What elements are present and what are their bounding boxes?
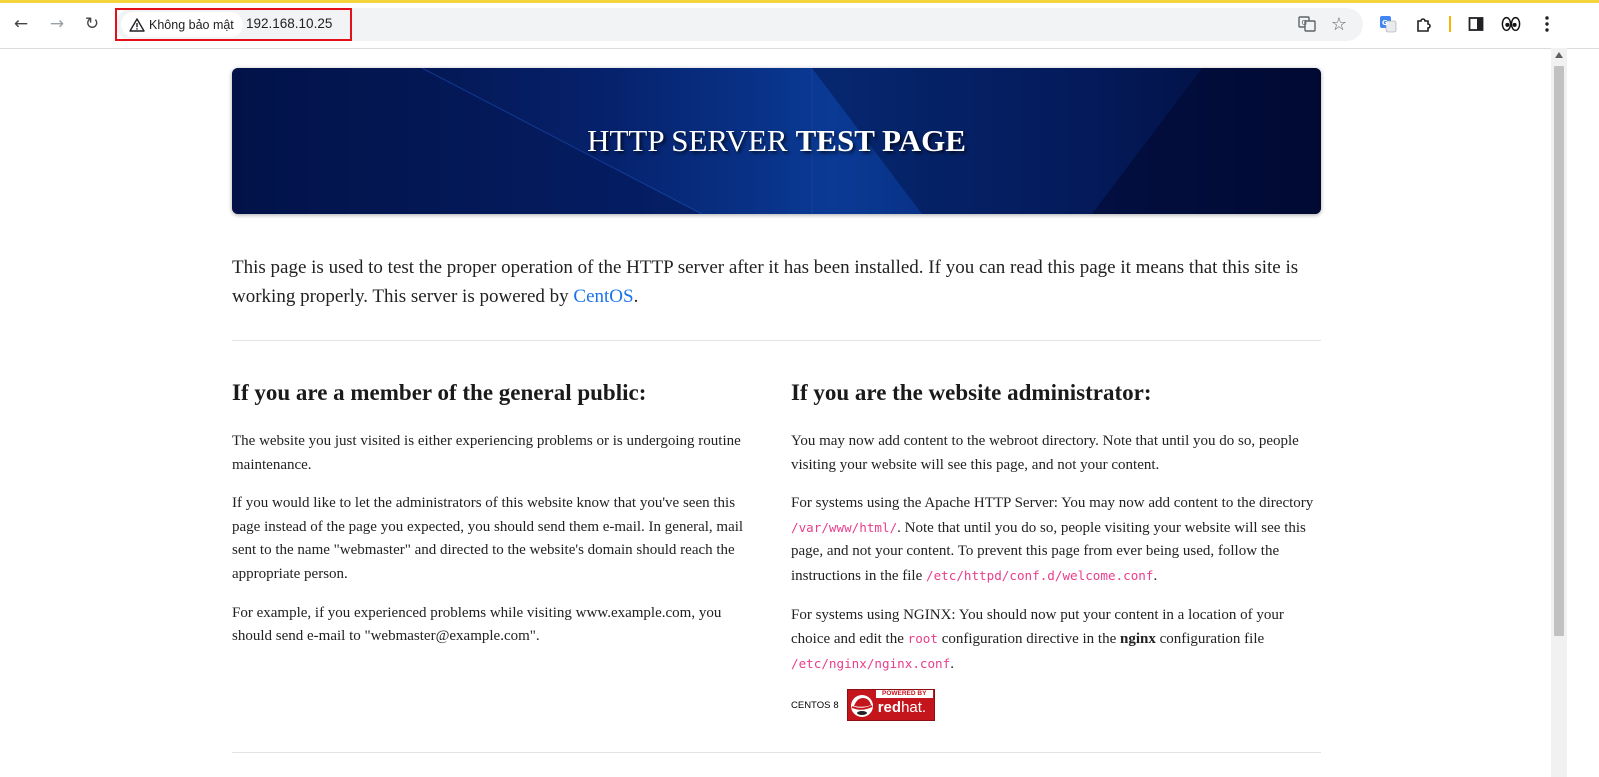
banner-title: HTTP SERVER TEST PAGE [232, 68, 1321, 214]
admin-p3-text-d: . [950, 655, 954, 672]
side-panel-icon[interactable] [1466, 14, 1486, 34]
powered-by-redhat-badge[interactable]: POWERED BY redhat. [846, 689, 935, 722]
redhat-wordmark-bold: red [877, 699, 902, 717]
scroll-up-arrow-icon[interactable] [1555, 52, 1563, 58]
banner-title-bold: TEST PAGE [795, 123, 966, 158]
extensions-puzzle-icon[interactable] [1414, 14, 1434, 34]
address-bar[interactable]: Không bảo mật 192.168.10.25 G ☆ [116, 8, 1363, 41]
svg-text:G: G [1382, 19, 1388, 27]
public-heading: If you are a member of the general publi… [232, 380, 647, 405]
redhat-wordmark-normal: hat. [901, 699, 927, 717]
centos-logo-text: CENTOS [791, 699, 831, 711]
header-banner: HTTP SERVER TEST PAGE [232, 68, 1321, 214]
public-section: If you are a member of the general publi… [232, 378, 765, 664]
divider [232, 340, 1321, 341]
public-paragraph-3: For example, if you experienced problems… [232, 604, 722, 645]
admin-heading: If you are the website administrator: [791, 380, 1152, 405]
toolbar-divider [1449, 16, 1451, 32]
admin-p2-text-a: For systems using the Apache HTTP Server… [791, 495, 1314, 512]
scrollbar-thumb[interactable] [1554, 66, 1564, 636]
translate-icon[interactable]: G [1297, 14, 1317, 34]
public-paragraph-1: The website you just visited is either e… [232, 433, 741, 473]
admin-section: If you are the website administrator: Yo… [791, 378, 1321, 722]
security-indicator[interactable]: Không bảo mật [121, 12, 243, 37]
browser-toolbar: ← → ↻ Không bảo mật 192.168.10.25 G ☆ G [0, 0, 1599, 49]
code-webroot-path: /var/www/html/ [791, 519, 898, 535]
logos-row: CENTOS 8 POWERED BY redhat. [791, 689, 1321, 722]
profile-avatar-icon[interactable] [1501, 14, 1521, 34]
admin-p2-text-c: . [1153, 567, 1158, 584]
url-text[interactable]: 192.168.10.25 [246, 16, 332, 31]
admin-p3-text-c: configuration file [1155, 631, 1265, 648]
admin-paragraph-2: For systems using the Apache HTTP Server… [791, 492, 1321, 588]
banner-title-normal: HTTP SERVER [587, 123, 788, 158]
public-paragraph-2: If you would like to let the administrat… [232, 495, 744, 582]
more-menu-icon[interactable] [1537, 14, 1557, 34]
intro-paragraph: This page is used to test the proper ope… [232, 253, 1321, 311]
toolbar-accent-strip [0, 0, 1599, 3]
admin-paragraph-1: You may now add content to the webroot d… [791, 433, 1299, 473]
bottom-divider [232, 752, 1321, 753]
warning-icon [129, 17, 145, 32]
bookmark-star-icon[interactable]: ☆ [1329, 14, 1349, 35]
redhat-shadowman-icon [850, 695, 873, 718]
centos-logo[interactable]: CENTOS 8 [791, 700, 839, 711]
centos-link[interactable]: CentOS [573, 286, 633, 307]
code-nginx-conf-path: /etc/nginx/nginx.conf [791, 655, 951, 671]
back-icon[interactable]: ← [9, 12, 33, 36]
redhat-wordmark: redhat. [878, 699, 926, 716]
google-translate-extension-icon[interactable]: G [1378, 14, 1398, 34]
admin-p3-text-b: configuration directive in the [937, 631, 1120, 648]
nginx-bold: nginx [1120, 631, 1156, 648]
centos-version: 8 [833, 699, 839, 711]
page-scrollbar[interactable] [1551, 48, 1567, 777]
code-welcome-conf-path: /etc/httpd/conf.d/welcome.conf [925, 567, 1154, 583]
code-root-directive: root [907, 631, 938, 647]
intro-end: . [633, 286, 639, 307]
powered-by-text: POWERED BY [875, 690, 933, 699]
svg-text:G: G [1302, 19, 1307, 27]
reload-icon[interactable]: ↻ [80, 12, 104, 36]
forward-icon[interactable]: → [45, 12, 69, 36]
security-label: Không bảo mật [149, 17, 234, 32]
admin-paragraph-3: For systems using NGINX: You should now … [791, 604, 1321, 677]
intro-text: This page is used to test the proper ope… [232, 257, 1299, 307]
